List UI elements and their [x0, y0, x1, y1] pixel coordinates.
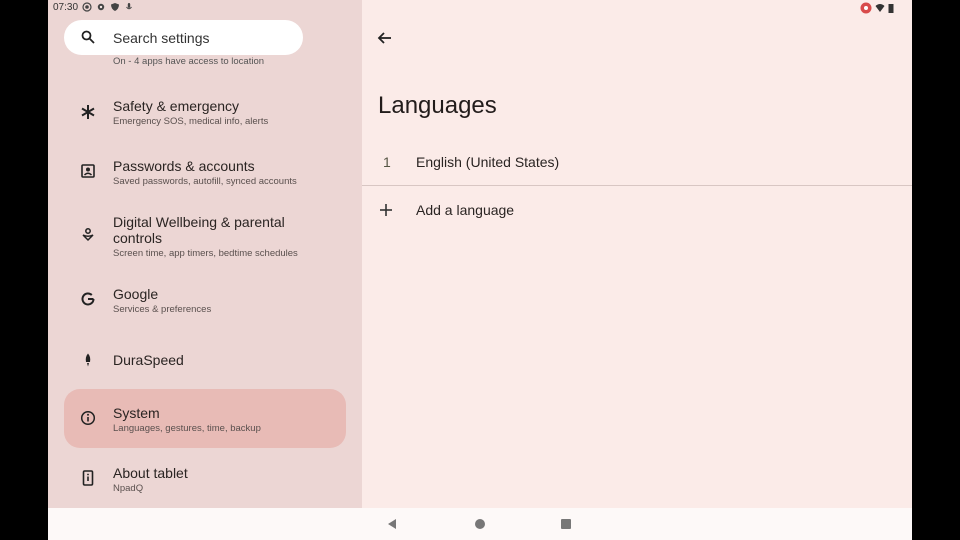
sidebar-item-subtitle: Emergency SOS, medical info, alerts: [113, 116, 269, 127]
language-name: English (United States): [416, 154, 560, 170]
sidebar-item-label: Passwords & accounts: [113, 158, 255, 174]
sidebar-item-label-line2: controls: [113, 230, 163, 246]
microphone-icon: [126, 3, 132, 10]
notification-badge-icon: [860, 2, 872, 14]
record-icon: [82, 2, 92, 12]
rocket-icon: [85, 353, 91, 367]
location-subtitle: On - 4 apps have access to location: [113, 56, 265, 67]
sidebar-item-subtitle: Saved passwords, autofill, synced accoun…: [113, 176, 297, 187]
sidebar-item-subtitle: Languages, gestures, time, backup: [113, 423, 261, 434]
shield-icon: [111, 3, 119, 11]
status-icons-right: [860, 2, 894, 14]
sidebar-item-about-tablet[interactable]: About tablet NpadQ: [64, 456, 346, 504]
info-icon: [80, 410, 96, 426]
plus-icon: [380, 204, 392, 216]
tablet-icon: [82, 470, 94, 486]
sidebar-item-duraspeed[interactable]: DuraSpeed: [64, 336, 346, 384]
status-time: 07:30: [53, 2, 79, 13]
screen: On - 4 apps have access to location Sear…: [48, 0, 912, 540]
nav-home-icon[interactable]: [475, 519, 485, 529]
sidebar-item-label: Safety & emergency: [113, 98, 240, 114]
sidebar-item-system[interactable]: System Languages, gestures, time, backup: [64, 389, 346, 448]
language-order-number: 1: [383, 154, 391, 170]
asterisk-icon: [81, 105, 95, 119]
sidebar-item-label: System: [113, 405, 160, 421]
languages-pane: Languages 1 English (United States) Add …: [362, 0, 912, 508]
page-title: Languages: [378, 92, 497, 119]
back-arrow-icon[interactable]: [377, 30, 393, 46]
wifi-icon: [875, 4, 885, 12]
gear-icon: [97, 3, 105, 11]
sidebar-item-label: Google: [113, 286, 159, 302]
sidebar-item-safety[interactable]: Safety & emergency Emergency SOS, medica…: [64, 88, 346, 136]
wellbeing-icon: [82, 228, 94, 242]
status-icons: [82, 2, 134, 12]
navigation-bar: [48, 508, 912, 540]
search-bar[interactable]: Search settings: [64, 20, 303, 55]
sidebar-item-google[interactable]: Google Services & preferences: [64, 276, 346, 324]
sidebar-item-passwords[interactable]: Passwords & accounts Saved passwords, au…: [64, 148, 346, 196]
nav-recents-icon[interactable]: [561, 519, 571, 529]
sidebar-item-label: DuraSpeed: [113, 352, 184, 368]
divider: [362, 185, 912, 186]
settings-sidebar: On - 4 apps have access to location Sear…: [48, 0, 362, 508]
battery-icon: [888, 4, 894, 13]
sidebar-item-subtitle: Screen time, app timers, bedtime schedul…: [113, 248, 298, 259]
google-icon: [81, 292, 95, 306]
sidebar-item-digital-wellbeing[interactable]: Digital Wellbeing & parental controls Sc…: [64, 206, 346, 266]
search-icon: [81, 30, 95, 44]
sidebar-item-subtitle: Services & preferences: [113, 304, 212, 315]
account-box-icon: [81, 164, 95, 178]
sidebar-item-subtitle: NpadQ: [113, 483, 144, 494]
nav-back-icon[interactable]: [387, 518, 397, 530]
sidebar-item-label: Digital Wellbeing & parental: [113, 214, 285, 230]
add-language-label: Add a language: [416, 202, 515, 218]
sidebar-item-label: About tablet: [113, 465, 188, 481]
search-placeholder: Search settings: [113, 30, 210, 46]
